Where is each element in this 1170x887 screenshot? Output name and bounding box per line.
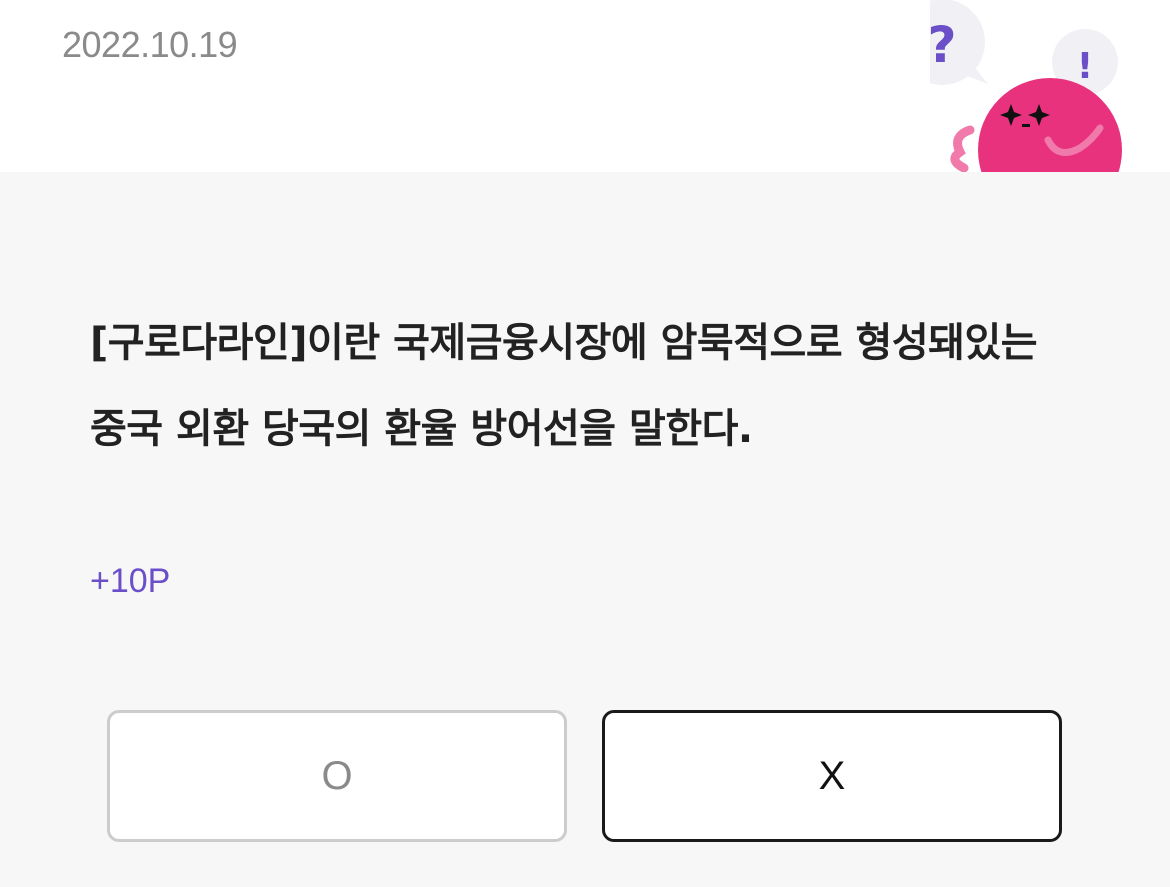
answer-x-label: X	[818, 753, 846, 798]
question-mark-icon: ?	[930, 16, 957, 74]
exclamation-mark-icon: !	[1077, 46, 1093, 87]
quiz-question: [구로다라인]이란 국제금융시장에 암묵적으로 형성돼있는 중국 외환 당국의 …	[90, 320, 1038, 452]
mascot-icon: ? !	[930, 0, 1122, 172]
answer-x-button[interactable]: X	[602, 710, 1062, 842]
reward-points: +10P	[90, 562, 171, 600]
quiz-date: 2022.10.19	[62, 24, 238, 65]
quiz-card: [구로다라인]이란 국제금융시장에 암묵적으로 형성돼있는 중국 외환 당국의 …	[0, 172, 1170, 887]
question-bubble: ?	[930, 0, 988, 85]
mascot-illustration: ? !	[930, 0, 1130, 172]
answer-o-button[interactable]: O	[107, 710, 567, 842]
header-area: 2022.10.19 ? !	[0, 0, 1170, 172]
answer-o-label: O	[321, 753, 353, 798]
